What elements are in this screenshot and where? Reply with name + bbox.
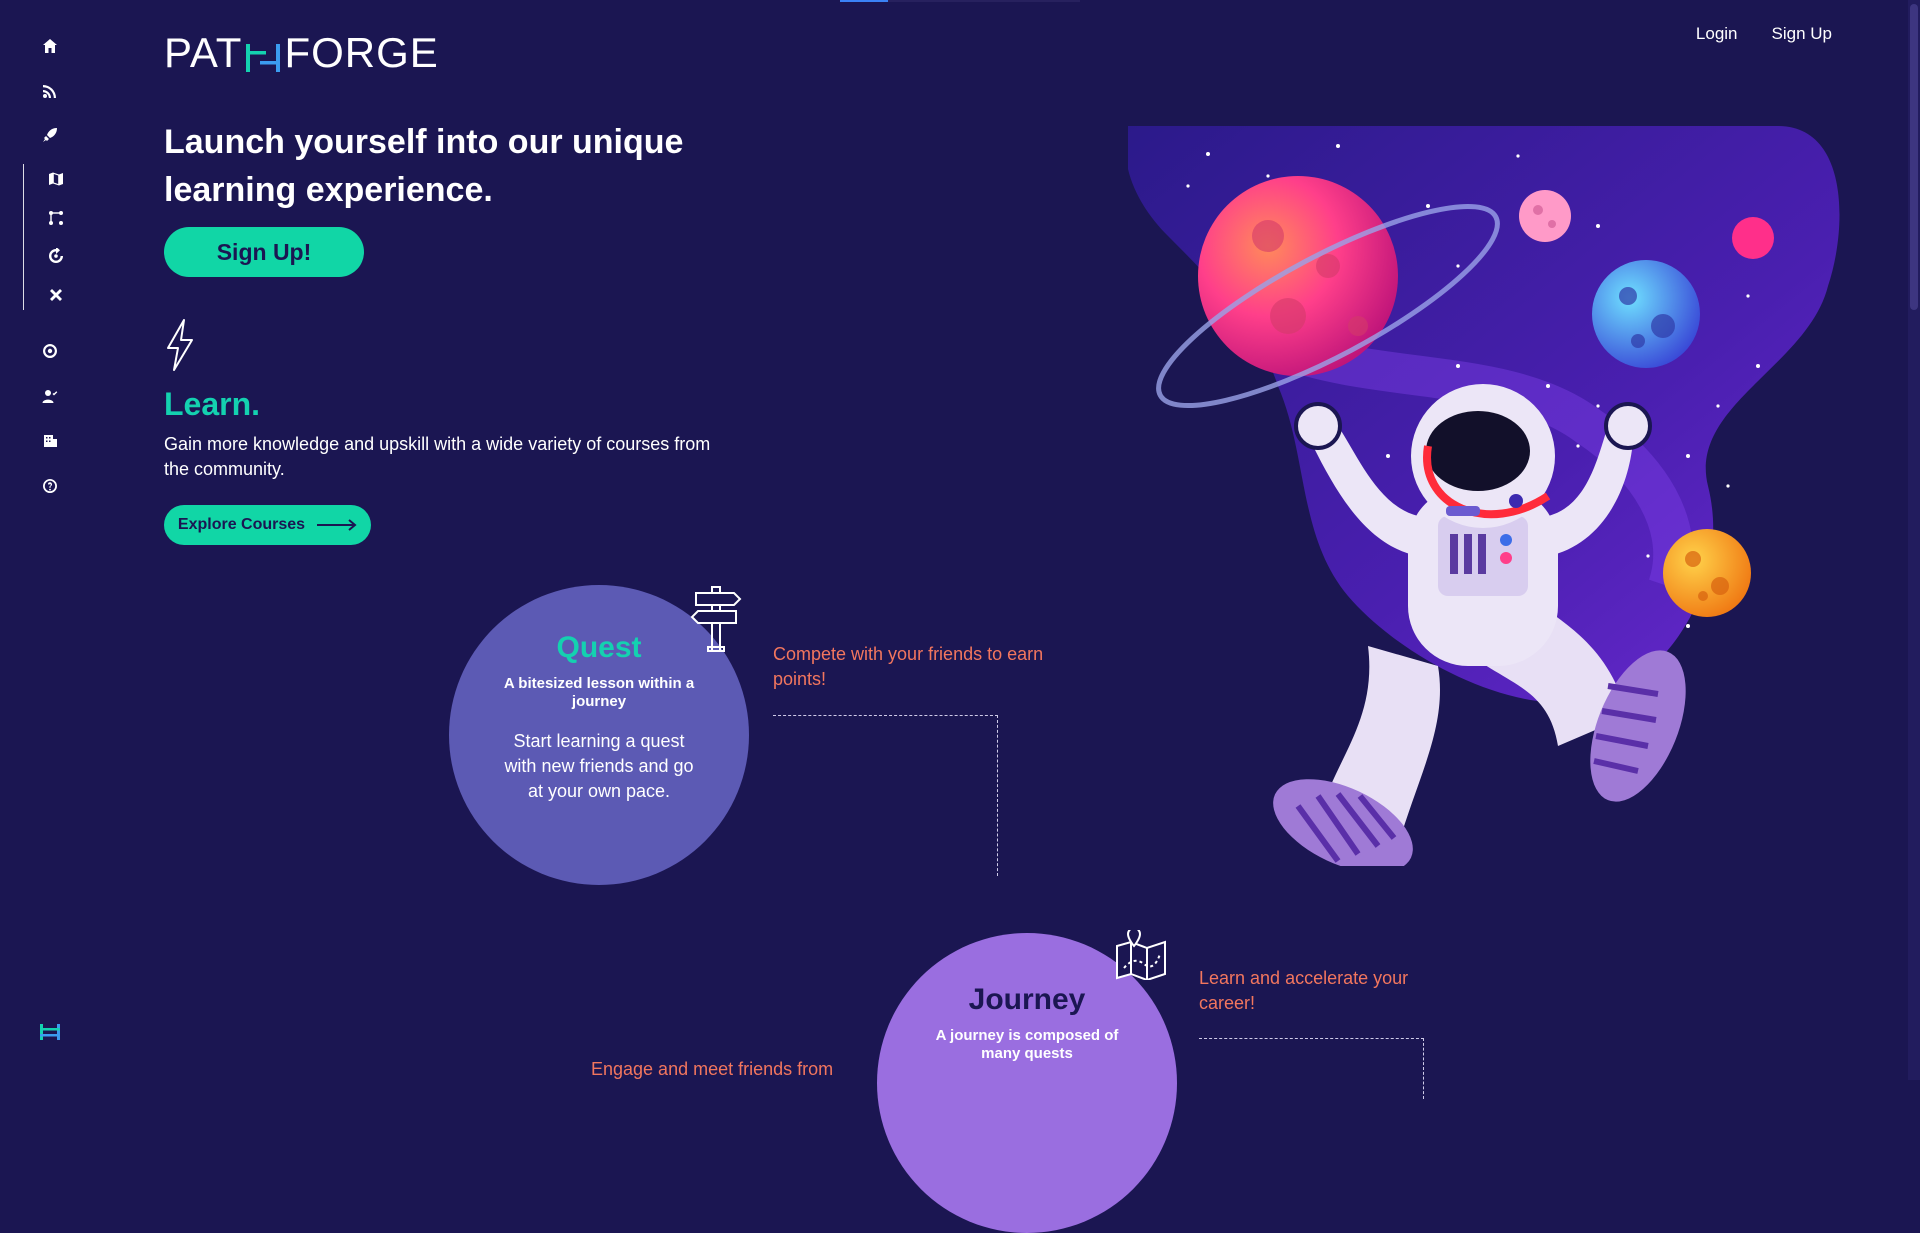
path-icon[interactable]: [44, 206, 68, 230]
help-icon[interactable]: [38, 474, 62, 498]
journey-title: Journey: [968, 983, 1086, 1016]
astronaut-space-illustration: [1128, 126, 1840, 866]
page-progress-line: [840, 0, 1080, 2]
progress-segment: [840, 0, 888, 2]
arrow-right-icon: [317, 519, 357, 531]
pathforge-mark-icon[interactable]: [38, 1020, 62, 1044]
user-check-icon[interactable]: [38, 384, 62, 408]
community-note: Engage and meet friends from: [591, 1059, 834, 1079]
lightning-icon: [167, 319, 193, 371]
refresh-icon[interactable]: [44, 244, 68, 268]
target-icon[interactable]: [38, 339, 62, 363]
home-icon[interactable]: [38, 34, 62, 58]
signpost-icon: [690, 586, 742, 652]
learn-title: Learn.: [164, 386, 261, 422]
building-icon[interactable]: [38, 429, 62, 453]
hero-title: Launch yourself into our unique learning…: [164, 123, 684, 209]
logo-text-left: PAT: [164, 29, 243, 76]
sidebar: [0, 0, 100, 1080]
journey-note: Learn and accelerate your career!: [1199, 968, 1409, 1013]
learn-description: Gain more knowledge and upskill with a w…: [164, 434, 711, 479]
rocket-icon[interactable]: [38, 123, 62, 147]
rss-icon[interactable]: [38, 79, 62, 103]
logo-text-right: FORGE: [284, 29, 439, 76]
logo-mark-icon: [244, 36, 282, 72]
pathforge-logo[interactable]: PAT FORGE: [164, 29, 439, 76]
explore-courses-label: Explore Courses: [177, 516, 306, 533]
signup-link[interactable]: Sign Up: [1772, 24, 1832, 44]
dashed-connector: [773, 715, 998, 876]
tools-icon[interactable]: [44, 283, 68, 307]
page-scrollbar[interactable]: [1908, 0, 1920, 1080]
login-link[interactable]: Login: [1696, 24, 1738, 44]
map-pin-icon: [1116, 930, 1166, 980]
hero-signup-button[interactable]: Sign Up!: [164, 227, 364, 277]
explore-courses-button[interactable]: Explore Courses: [164, 505, 371, 545]
scrollbar-thumb[interactable]: [1910, 4, 1918, 310]
journey-subtitle: A journey is composed of many quests: [935, 1027, 1119, 1062]
dashed-connector: [1199, 1038, 1424, 1099]
top-nav: Login Sign Up: [1696, 24, 1832, 44]
sidebar-group-rail: [23, 164, 24, 310]
quest-subtitle: A bitesized lesson within a journey: [503, 675, 695, 710]
quest-description: Start learning a quest with new friends …: [504, 731, 694, 801]
quest-note: Compete with your friends to earn points…: [773, 644, 1044, 689]
map-icon[interactable]: [44, 167, 68, 191]
